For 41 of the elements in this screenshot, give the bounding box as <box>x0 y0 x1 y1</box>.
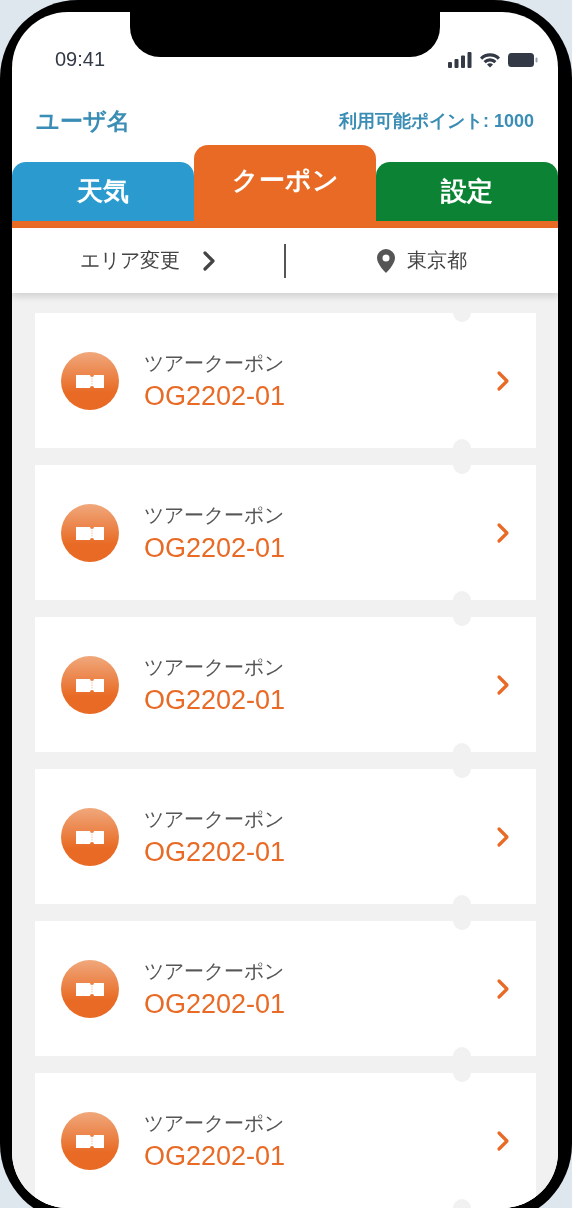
coupon-title: ツアークーポン <box>144 654 285 680</box>
status-time: 09:41 <box>55 48 106 72</box>
coupon-code: OG2202-01 <box>144 684 287 716</box>
ticket-icon <box>61 1111 119 1170</box>
coupon-title: ツアークーポン <box>144 806 285 832</box>
coupon-card[interactable]: ツアークーポン OG2202-01 <box>35 921 536 1056</box>
coupon-card[interactable]: ツアークーポン OG2202-01 <box>35 617 536 752</box>
user-name: ユーザ名 <box>36 106 130 136</box>
coupon-code: OG2202-01 <box>144 836 287 868</box>
ticket-icon <box>61 655 119 714</box>
coupon-card[interactable]: ツアークーポン OG2202-01 <box>35 313 536 448</box>
coupon-title: ツアークーポン <box>144 350 285 376</box>
ticket-icon <box>61 351 119 410</box>
location-label: 東京都 <box>407 248 467 274</box>
chevron-icon <box>496 825 510 848</box>
coupon-card[interactable]: ツアークーポン OG2202-01 <box>35 465 536 600</box>
ticket-icon <box>61 503 119 562</box>
chevron-icon <box>496 1129 510 1152</box>
coupon-title: ツアークーポン <box>144 958 285 984</box>
battery-icon <box>508 52 538 67</box>
signal-icon <box>448 51 472 68</box>
ticket-icon <box>61 959 119 1018</box>
location-pin-icon <box>377 248 395 273</box>
coupon-card[interactable]: ツアークーポン OG2202-01 <box>35 769 536 904</box>
ticket-icon <box>61 807 119 866</box>
points-label: 利用可能ポイント: 1000 <box>338 110 534 134</box>
coupon-code: OG2202-01 <box>144 380 287 412</box>
chevron-icon <box>496 673 510 696</box>
coupon-title: ツアークーポン <box>144 502 285 528</box>
tab[interactable]: 設定 <box>376 162 558 222</box>
coupon-code: OG2202-01 <box>144 532 287 564</box>
chevron-icon <box>202 249 216 272</box>
coupon-code: OG2202-01 <box>144 988 287 1020</box>
chevron-icon <box>496 369 510 392</box>
chevron-icon <box>496 521 510 544</box>
area-change-link[interactable]: エリア変更 <box>80 247 216 275</box>
coupon-card[interactable]: ツアークーポン OG2202-01 <box>35 1073 536 1208</box>
chevron-icon <box>496 977 510 1000</box>
wifi-icon <box>479 51 501 68</box>
coupon-code: OG2202-01 <box>144 1140 287 1172</box>
coupon-title: ツアークーポン <box>144 1110 285 1136</box>
